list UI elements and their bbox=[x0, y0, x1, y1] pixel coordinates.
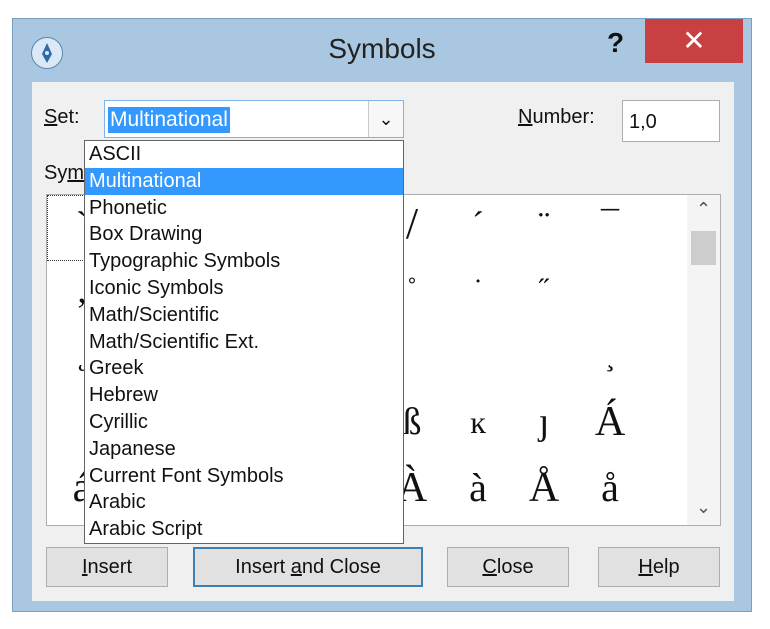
insert-and-close-button[interactable]: Insert and Close bbox=[193, 547, 423, 587]
set-option[interactable]: Phonetic bbox=[85, 195, 403, 222]
set-option[interactable]: Typographic Symbols bbox=[85, 248, 403, 275]
scroll-down-icon[interactable]: ⌄ bbox=[687, 497, 720, 523]
help-icon[interactable]: ? bbox=[607, 27, 624, 59]
number-input[interactable]: 1,0 bbox=[622, 100, 720, 142]
symbol-cell[interactable]: ¯ bbox=[577, 195, 643, 257]
symbol-cell[interactable]: ¸ bbox=[577, 323, 643, 389]
close-window-button[interactable]: ✕ bbox=[645, 19, 743, 63]
set-label: Set: bbox=[44, 106, 80, 128]
symbol-cell[interactable]: ˙ bbox=[445, 257, 511, 323]
set-option[interactable]: ASCII bbox=[85, 141, 403, 168]
symbol-cell[interactable]: Á bbox=[577, 389, 643, 455]
symbol-cell[interactable]: Ê bbox=[445, 521, 511, 525]
set-option[interactable]: Arabic Script bbox=[85, 516, 403, 543]
chevron-down-icon[interactable]: ⌄ bbox=[368, 101, 403, 137]
close-button[interactable]: Close bbox=[447, 547, 569, 587]
symbol-cell[interactable]: ¨ bbox=[511, 195, 577, 257]
set-option[interactable]: Greek bbox=[85, 355, 403, 382]
dialog-title: Symbols bbox=[328, 33, 436, 64]
set-option[interactable]: Japanese bbox=[85, 436, 403, 463]
set-option[interactable]: Math/Scientific bbox=[85, 302, 403, 329]
scroll-up-icon[interactable]: ⌃ bbox=[687, 199, 720, 225]
title-bar[interactable]: Symbols ? ✕ bbox=[13, 19, 751, 83]
set-option[interactable]: Box Drawing bbox=[85, 221, 403, 248]
symbol-cell[interactable]: ȷ bbox=[511, 389, 577, 455]
scroll-thumb[interactable] bbox=[691, 231, 716, 265]
set-dropdown-list[interactable]: ASCII Multinational Phonetic Box Drawing Typ… bbox=[84, 140, 404, 544]
set-value: Multinational bbox=[108, 107, 230, 133]
symbol-cell[interactable]: ê bbox=[511, 521, 577, 525]
symbol-cell[interactable]: à bbox=[445, 455, 511, 521]
set-option[interactable]: Hebrew bbox=[85, 382, 403, 409]
vertical-scrollbar[interactable]: ⌃ ⌄ bbox=[687, 195, 720, 525]
set-option[interactable]: Cyrillic bbox=[85, 409, 403, 436]
help-button[interactable]: Help bbox=[598, 547, 720, 587]
insert-button[interactable]: Insert bbox=[46, 547, 168, 587]
symbol-cell[interactable]: ´ bbox=[445, 195, 511, 257]
symbol-cell[interactable]: ˝ bbox=[511, 257, 577, 323]
set-option[interactable]: Iconic Symbols bbox=[85, 275, 403, 302]
set-option[interactable]: Multinational bbox=[85, 167, 403, 195]
set-option[interactable]: Math/Scientific Ext. bbox=[85, 329, 403, 356]
symbol-cell[interactable]: Ë bbox=[577, 521, 643, 525]
set-option[interactable]: Current Font Symbols bbox=[85, 463, 403, 490]
symbol-cell[interactable]: Å bbox=[511, 455, 577, 521]
symbol-cell[interactable]: å bbox=[577, 455, 643, 521]
set-option[interactable]: Arabic bbox=[85, 489, 403, 516]
number-label: Number: bbox=[518, 106, 595, 128]
symbol-cell[interactable]: ĸ bbox=[445, 389, 511, 455]
set-combobox[interactable]: Multinational ⌄ bbox=[104, 100, 404, 138]
